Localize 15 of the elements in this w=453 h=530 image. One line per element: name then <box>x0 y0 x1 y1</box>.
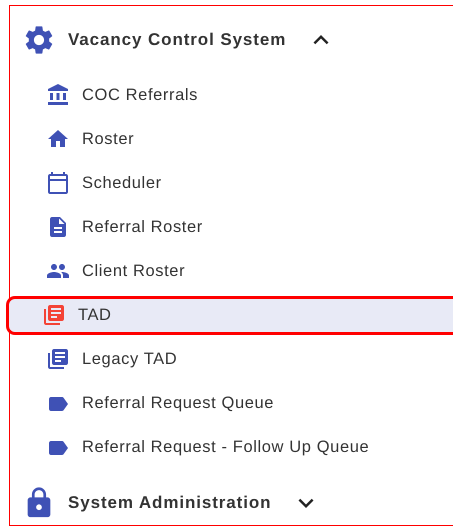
institution-icon <box>46 83 70 108</box>
menu-item[interactable]: Referral Request - Follow Up Queue <box>10 426 453 470</box>
stacked-pages-icon <box>42 303 66 328</box>
menu-item[interactable]: TAD <box>6 296 453 336</box>
menu-item[interactable]: Referral Request Queue <box>10 382 453 426</box>
menu-item[interactable]: Legacy TAD <box>10 337 453 382</box>
menu-item[interactable]: Client Roster <box>10 249 453 294</box>
section-header[interactable]: System Administration <box>10 470 453 525</box>
menu-item[interactable]: Roster <box>10 117 453 162</box>
stacked-pages-icon <box>46 347 70 372</box>
menu-item[interactable]: Referral Roster <box>10 205 453 250</box>
section-header[interactable]: Vacancy Control System <box>10 6 453 74</box>
menu-item[interactable]: Scheduler <box>10 161 453 206</box>
calendar-icon <box>46 171 70 196</box>
menu-item[interactable]: COC Referrals <box>10 73 453 118</box>
